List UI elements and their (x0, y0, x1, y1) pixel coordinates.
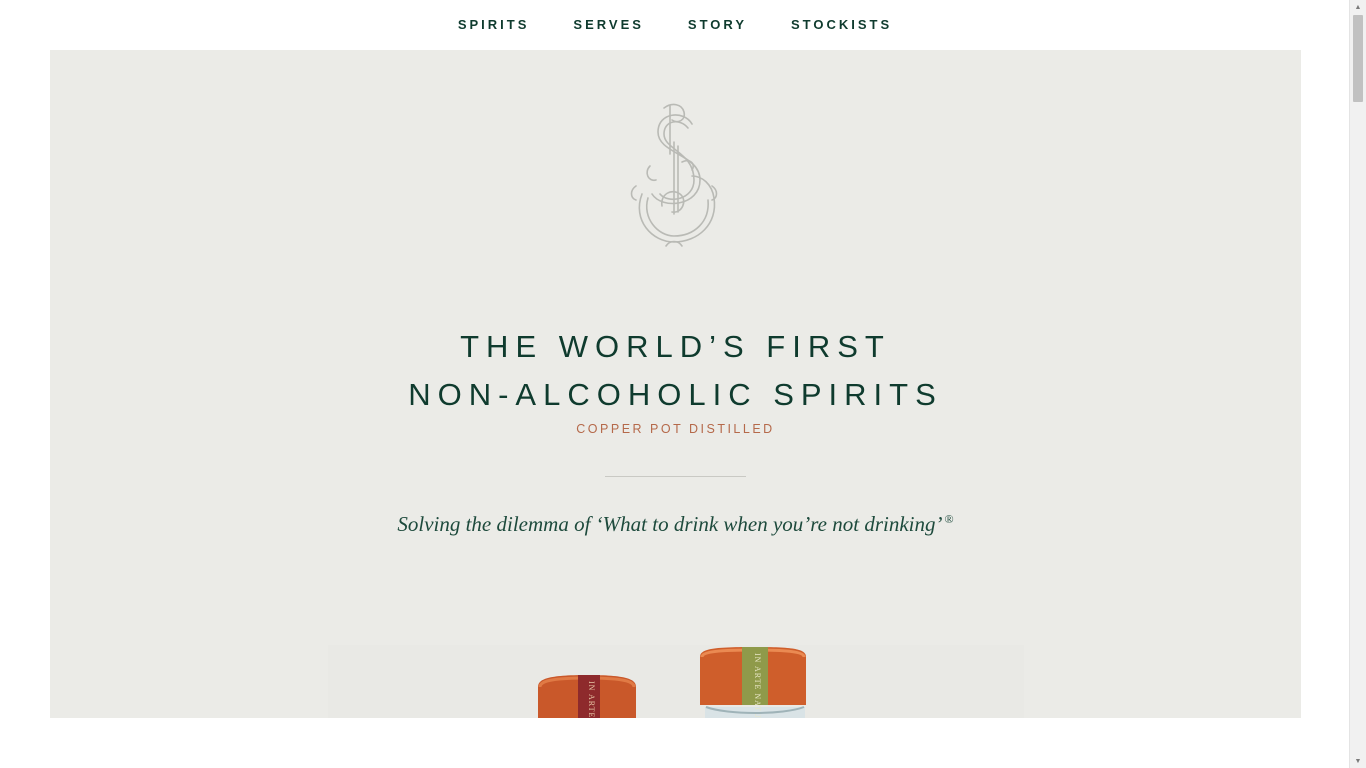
bottle-right: IN ARTE NATURA (700, 647, 806, 718)
scroll-up-arrow-icon[interactable]: ▲ (1350, 0, 1366, 14)
registered-mark: ® (944, 512, 954, 526)
top-navigation: SPIRITS SERVES STORY STOCKISTS (0, 0, 1350, 50)
seedlip-monogram-icon (630, 103, 718, 247)
bottle-left-label: IN ARTE (587, 681, 596, 718)
headline-line-2: NON-ALCOHOLIC SPIRITS (408, 376, 943, 412)
product-bottles-image: IN ARTE IN ARTE NATURA (328, 645, 1024, 718)
divider (605, 476, 746, 477)
scroll-down-arrow-icon[interactable]: ▼ (1350, 754, 1366, 768)
bottles-illustration: IN ARTE IN ARTE NATURA (538, 647, 806, 718)
nav-item-story[interactable]: STORY (666, 0, 769, 50)
headline-line-1: THE WORLD’S FIRST (460, 328, 891, 364)
bottle-right-label: IN ARTE NATURA (753, 653, 762, 718)
nav-item-serves[interactable]: SERVES (551, 0, 666, 50)
hero-subtitle: Solving the dilemma of ‘What to drink wh… (50, 512, 1301, 537)
scroll-thumb[interactable] (1353, 15, 1363, 102)
hero-section: THE WORLD’S FIRST NON-ALCOHOLIC SPIRITS … (50, 50, 1301, 718)
nav-item-spirits[interactable]: SPIRITS (436, 0, 552, 50)
vertical-scrollbar[interactable]: ▲ ▼ (1349, 0, 1366, 768)
nav-item-stockists[interactable]: STOCKISTS (769, 0, 914, 50)
tagline: COPPER POT DISTILLED (576, 422, 775, 436)
bottle-left: IN ARTE (538, 675, 636, 718)
subtitle-text: Solving the dilemma of ‘What to drink wh… (397, 512, 943, 536)
page: SPIRITS SERVES STORY STOCKISTS THE WORLD… (0, 0, 1366, 768)
hero-headline: THE WORLD’S FIRST NON-ALCOHOLIC SPIRITS (50, 323, 1301, 419)
